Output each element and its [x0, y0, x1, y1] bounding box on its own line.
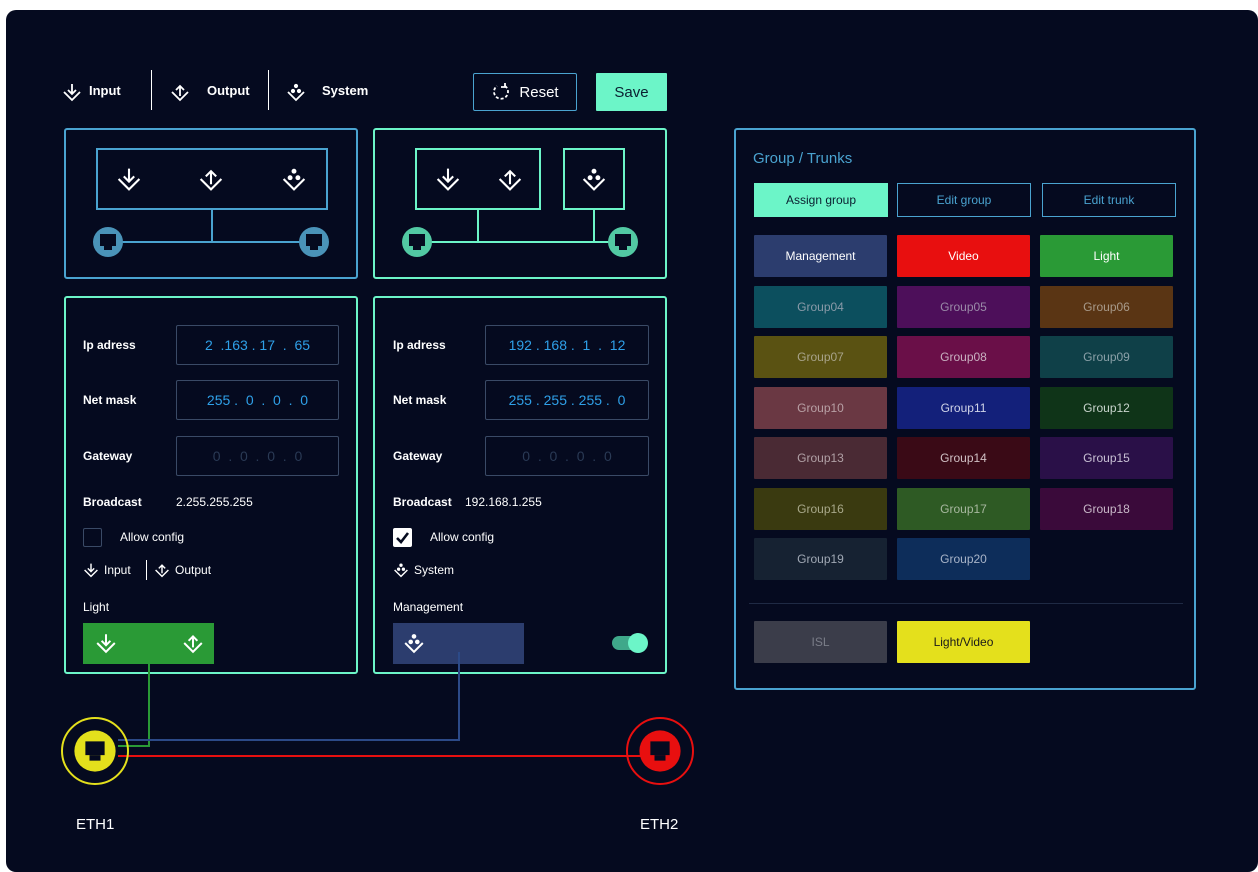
mask-label: Net mask: [83, 393, 137, 407]
ethernet-port-icon: [73, 729, 117, 773]
ethernet-port-icon: [92, 226, 124, 258]
output-icon: [198, 166, 224, 192]
input-icon: [95, 632, 117, 654]
save-button[interactable]: Save: [596, 73, 667, 111]
broadcast-value: 2.255.255.255: [176, 495, 253, 509]
mask-label: Net mask: [393, 393, 447, 407]
allow-config-checkbox[interactable]: [393, 528, 412, 547]
mode-system-label: System: [414, 563, 455, 577]
reset-label: Reset: [519, 83, 559, 101]
system-icon: [393, 562, 409, 578]
wire-management: [118, 739, 460, 741]
tab-output[interactable]: Output: [170, 80, 260, 104]
checkmark-icon: [395, 531, 410, 544]
gateway-label: Gateway: [393, 449, 443, 463]
gateway-field[interactable]: 0 . 0 . 0 . 0: [176, 436, 339, 476]
ethernet-port-icon: [298, 226, 330, 258]
output-icon: [182, 632, 204, 654]
toggle-knob: [628, 633, 648, 653]
group-label: Management: [393, 600, 464, 614]
tab-output-label: Output: [207, 83, 250, 98]
system-icon: [286, 82, 306, 102]
tab-divider: [268, 70, 269, 110]
trunk-tile[interactable]: Light/Video: [897, 621, 1030, 663]
system-icon: [281, 166, 307, 192]
input-icon: [116, 166, 142, 192]
wire-trunk: [118, 755, 658, 757]
tab-divider: [151, 70, 152, 110]
left-port-config: Ip adress 2 .163 . 17 . 65 Net mask 255 …: [64, 296, 358, 674]
link-line: [477, 210, 479, 242]
net-mask-field[interactable]: 255 . 255 . 255 . 0: [485, 380, 649, 420]
link-line: [211, 210, 213, 242]
input-icon: [62, 82, 82, 102]
system-icon: [581, 166, 607, 192]
ip-address-field[interactable]: 192 . 168 . 1 . 12: [485, 325, 649, 365]
right-port-config: Ip adress 192 . 168 . 1 . 12 Net mask 25…: [373, 296, 667, 674]
wire-management: [458, 652, 460, 740]
link-line: [593, 210, 595, 242]
broadcast-label: Broadcast: [393, 495, 452, 509]
broadcast-label: Broadcast: [83, 495, 142, 509]
broadcast-value: 192.168.1.255: [465, 495, 542, 509]
allow-config-label: Allow config: [430, 530, 495, 544]
allow-config-checkbox[interactable]: [83, 528, 102, 547]
eth2-label: ETH2: [640, 816, 679, 833]
gateway-label: Gateway: [83, 449, 133, 463]
mode-divider: [146, 560, 147, 580]
app-window: Input Output System Reset Save Ip adress…: [6, 10, 1258, 872]
ip-label: Ip adress: [393, 338, 446, 352]
allow-config-label: Allow config: [120, 530, 185, 544]
reset-icon: [491, 82, 511, 102]
input-icon: [83, 562, 99, 578]
link-line: [108, 241, 316, 243]
group-trunks-panel: Group / Trunks Assign group Edit group E…: [734, 128, 1196, 690]
ethernet-port-icon: [401, 226, 433, 258]
trunk-row: ISL Light/Video: [736, 130, 1194, 688]
ethernet-port-icon: [607, 226, 639, 258]
mode-input-label: Input: [104, 563, 131, 577]
output-icon: [497, 166, 523, 192]
ip-label: Ip adress: [83, 338, 136, 352]
eth1-label: ETH1: [76, 816, 115, 833]
wire-light: [148, 652, 150, 746]
ethernet-port-icon: [638, 729, 682, 773]
tab-system-label: System: [322, 83, 369, 98]
eth1-port[interactable]: [61, 717, 129, 785]
tab-input-label: Input: [89, 83, 121, 98]
tab-input[interactable]: Input: [62, 80, 142, 104]
right-port-diagram: [373, 128, 667, 279]
trunk-tile[interactable]: ISL: [754, 621, 887, 663]
tab-system[interactable]: System: [286, 80, 376, 104]
ip-address-field[interactable]: 2 .163 . 17 . 65: [176, 325, 339, 365]
system-icon: [403, 632, 425, 654]
mode-output-label: Output: [175, 563, 212, 577]
eth2-port[interactable]: [626, 717, 694, 785]
left-port-diagram: [64, 128, 358, 279]
gateway-field[interactable]: 0 . 0 . 0 . 0: [485, 436, 649, 476]
group-label: Light: [83, 600, 110, 614]
reset-button[interactable]: Reset: [473, 73, 577, 111]
link-line: [417, 241, 625, 243]
net-mask-field[interactable]: 255 . 0 . 0 . 0: [176, 380, 339, 420]
input-icon: [435, 166, 461, 192]
vlan-toggle[interactable]: [612, 633, 648, 653]
output-icon: [154, 562, 170, 578]
output-icon: [170, 82, 190, 102]
